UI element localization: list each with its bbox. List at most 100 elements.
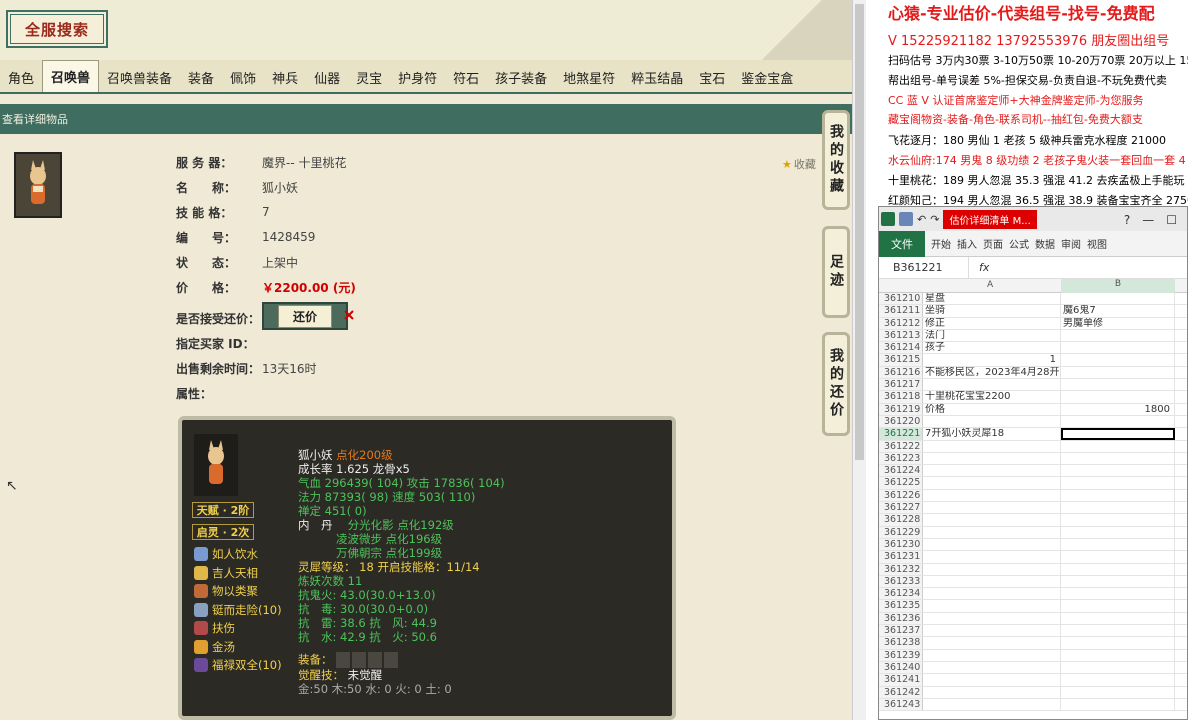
row-number[interactable]: 361216 [879,366,923,379]
pet-skill[interactable]: 物以类聚 [194,583,258,599]
tab-10[interactable]: 孩子装备 [487,62,555,92]
cell-a[interactable]: 7开狐小妖灵犀18 [923,428,1061,440]
cell-a[interactable]: 修正 [923,317,1061,329]
cell-a[interactable] [923,551,1061,563]
row-number[interactable]: 361243 [879,698,923,711]
undo-icon[interactable]: ↶ [917,213,926,226]
equip-slot[interactable] [352,652,367,668]
cell-b[interactable] [1061,637,1175,649]
cell-b[interactable] [1061,502,1175,514]
cell-a[interactable] [923,612,1061,625]
ribbon-tab[interactable]: 视图 [1087,236,1107,251]
tab-3[interactable]: 装备 [180,62,222,92]
vertical-scrollbar[interactable] [852,0,866,720]
tab-8[interactable]: 护身符 [390,62,445,92]
col-a-header[interactable]: A [987,280,993,290]
cell-b[interactable] [1061,415,1175,428]
footprint-button[interactable]: 足迹 [822,226,850,318]
cell-b[interactable] [1061,698,1175,711]
ribbon-tab[interactable]: 插入 [957,236,977,251]
row-number[interactable]: 361227 [879,502,923,514]
row-number[interactable]: 361213 [879,329,923,342]
cell-a[interactable] [923,625,1061,637]
cell-a[interactable] [923,698,1061,711]
cell-b[interactable] [1061,489,1175,502]
cell-a[interactable] [923,502,1061,514]
redo-icon[interactable]: ↷ [930,213,939,226]
row-number[interactable]: 361219 [879,403,923,415]
cell-a[interactable] [923,686,1061,698]
cell-b[interactable] [1061,600,1175,612]
tab-7[interactable]: 灵宝 [348,62,390,92]
row-number[interactable]: 361238 [879,637,923,649]
cell-a[interactable] [923,526,1061,538]
row-number[interactable]: 361231 [879,551,923,563]
row-number[interactable]: 361242 [879,686,923,698]
ribbon-tab[interactable]: 审阅 [1061,236,1081,251]
ribbon-tab[interactable]: 数据 [1035,236,1055,251]
row-number[interactable]: 361217 [879,379,923,391]
row-number[interactable]: 361237 [879,625,923,637]
row-number[interactable]: 361225 [879,477,923,489]
haggle-button[interactable]: 还价 [262,302,348,330]
cell-a[interactable]: 不能移民区，2023年4月28开服，珍藏燃灯，心猿黑癫 [923,366,1061,379]
tab-12[interactable]: 粹玉结晶 [623,62,691,92]
save-icon[interactable] [899,212,913,226]
logo-all-server-search[interactable]: 全服搜索 [6,10,108,48]
cell-a[interactable] [923,563,1061,575]
cell-a[interactable]: 法门 [923,329,1061,342]
cell-a[interactable] [923,489,1061,502]
cell-b[interactable] [1061,342,1175,354]
row-number[interactable]: 361215 [879,354,923,366]
cell-b[interactable] [1061,612,1175,625]
favorite-link[interactable]: ★ 收藏 [782,156,816,172]
row-number[interactable]: 361221 [879,428,923,440]
cell-b[interactable] [1061,538,1175,551]
cell-b[interactable] [1061,625,1175,637]
cell-b[interactable] [1061,661,1175,674]
cell-b[interactable] [1061,514,1175,526]
equip-slot[interactable] [336,652,351,668]
close-icon[interactable] [344,310,354,320]
cell-b[interactable] [1061,329,1175,342]
cell-a[interactable]: 星盘 [923,293,1061,305]
my-haggle-button[interactable]: 我的还价 [822,332,850,436]
pet-skill[interactable]: 金汤 [194,639,235,655]
cell-a[interactable] [923,600,1061,612]
cell-b[interactable] [1061,563,1175,575]
cell-a[interactable] [923,538,1061,551]
row-number[interactable]: 361230 [879,538,923,551]
pet-skill[interactable]: 福禄双全(10) [194,657,282,673]
equip-slot[interactable] [368,652,383,668]
tab-13[interactable]: 宝石 [691,62,733,92]
cell-a[interactable] [923,575,1061,588]
equip-slot[interactable] [384,652,399,668]
my-favorites-button[interactable]: 我的收藏 [822,110,850,210]
ribbon-tab[interactable]: 开始 [931,236,951,251]
pet-skill[interactable]: 扶伤 [194,620,235,636]
cell-a[interactable] [923,440,1061,452]
scrollbar-thumb[interactable] [855,4,864,460]
cell-b[interactable] [1061,575,1175,588]
row-number[interactable]: 361241 [879,674,923,686]
row-number[interactable]: 361234 [879,588,923,600]
cell-b[interactable] [1061,465,1175,477]
row-number[interactable]: 361235 [879,600,923,612]
row-number[interactable]: 361223 [879,452,923,465]
cell-a[interactable]: 十里桃花宝宝2200 [923,391,1061,403]
cell-b[interactable] [1061,428,1175,440]
cell-a[interactable] [923,415,1061,428]
cell-a[interactable] [923,661,1061,674]
window-controls[interactable]: ? — ☐ [1124,211,1187,228]
cell-a[interactable] [923,514,1061,526]
row-number[interactable]: 361239 [879,649,923,661]
row-number[interactable]: 361232 [879,563,923,575]
row-number[interactable]: 361210 [879,293,923,305]
tab-9[interactable]: 符石 [445,62,487,92]
cell-a[interactable] [923,465,1061,477]
cell-b[interactable] [1061,477,1175,489]
cell-b[interactable] [1061,440,1175,452]
row-number[interactable]: 361212 [879,317,923,329]
cell-a[interactable] [923,477,1061,489]
tab-4[interactable]: 佩饰 [222,62,264,92]
